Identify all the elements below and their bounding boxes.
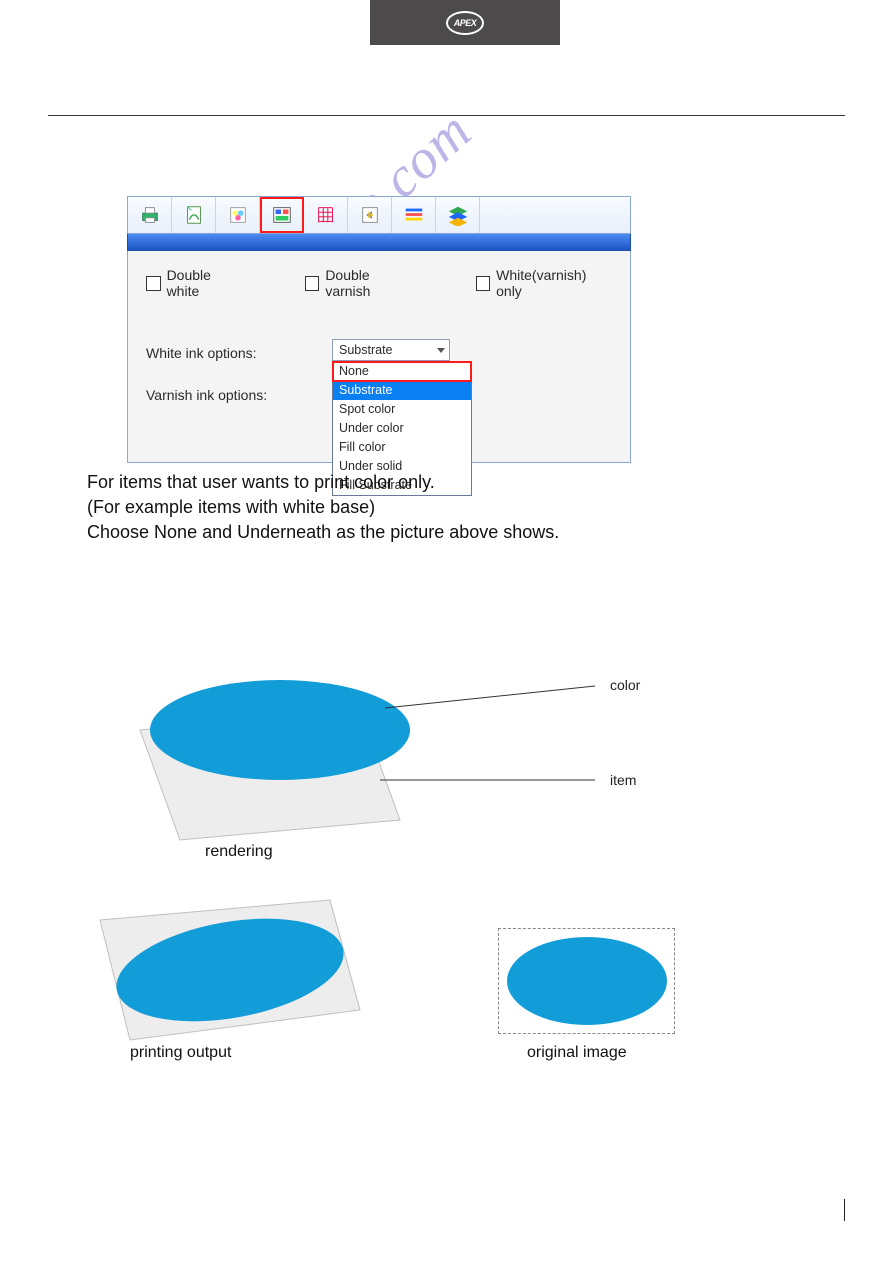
apex-logo: APEX <box>446 11 484 35</box>
color-callout-label: color <box>610 677 641 693</box>
printing-output-diagram <box>50 880 390 1060</box>
align-icon[interactable] <box>348 197 392 233</box>
toolbar <box>127 196 631 234</box>
double-varnish-checkbox[interactable]: Double varnish <box>305 267 416 299</box>
callout-line <box>385 686 595 708</box>
description-line: (For example items with white base) <box>87 495 559 520</box>
description-line: Choose None and Underneath as the pictur… <box>87 520 559 545</box>
toolbar-blue-stripe <box>127 234 631 251</box>
original-image-ellipse <box>507 937 667 1025</box>
page-icon[interactable] <box>172 197 216 233</box>
white-ink-dropdown[interactable]: Substrate <box>332 339 450 361</box>
original-image-box <box>498 928 675 1034</box>
dropdown-option[interactable]: Spot color <box>333 400 471 419</box>
dropdown-option[interactable]: Substrate <box>333 381 471 400</box>
white-ink-label: White ink options: <box>146 345 257 361</box>
checkbox-icon <box>146 276 161 291</box>
description-text: For items that user wants to print color… <box>87 470 559 545</box>
printing-output-caption: printing output <box>130 1044 231 1062</box>
dropdown-value: Substrate <box>339 343 393 357</box>
checkbox-icon <box>305 276 320 291</box>
varnish-ink-label: Varnish ink options: <box>146 387 267 403</box>
layers-icon[interactable] <box>436 197 480 233</box>
dropdown-option[interactable]: Under color <box>333 419 471 438</box>
description-line: For items that user wants to print color… <box>87 470 559 495</box>
original-image-caption: original image <box>527 1044 627 1062</box>
color-ellipse <box>150 680 410 780</box>
settings-screenshot: Double white Double varnish White(varnis… <box>127 196 631 462</box>
color-settings-icon[interactable] <box>216 197 260 233</box>
page-corner-tick <box>844 1199 845 1221</box>
checkbox-row: Double white Double varnish White(varnis… <box>146 267 612 299</box>
header-rule <box>48 115 845 116</box>
checkbox-label: White(varnish) only <box>496 267 612 299</box>
chevron-down-icon <box>437 348 445 353</box>
brand-bar: APEX <box>370 0 560 45</box>
dropdown-option[interactable]: Fill color <box>333 438 471 457</box>
print-setup-icon[interactable] <box>128 197 172 233</box>
ink-options-panel: Double white Double varnish White(varnis… <box>127 251 631 463</box>
item-callout-label: item <box>610 772 636 788</box>
dropdown-option[interactable]: None <box>333 362 471 381</box>
rendering-diagram: color item <box>80 650 680 870</box>
rendering-caption: rendering <box>205 843 273 861</box>
checkbox-label: Double varnish <box>325 267 415 299</box>
double-white-checkbox[interactable]: Double white <box>146 267 245 299</box>
stripes-icon[interactable] <box>392 197 436 233</box>
layout-icon[interactable] <box>260 197 304 233</box>
grid-icon[interactable] <box>304 197 348 233</box>
white-varnish-only-checkbox[interactable]: White(varnish) only <box>476 267 612 299</box>
checkbox-label: Double white <box>167 267 245 299</box>
checkbox-icon <box>476 276 491 291</box>
